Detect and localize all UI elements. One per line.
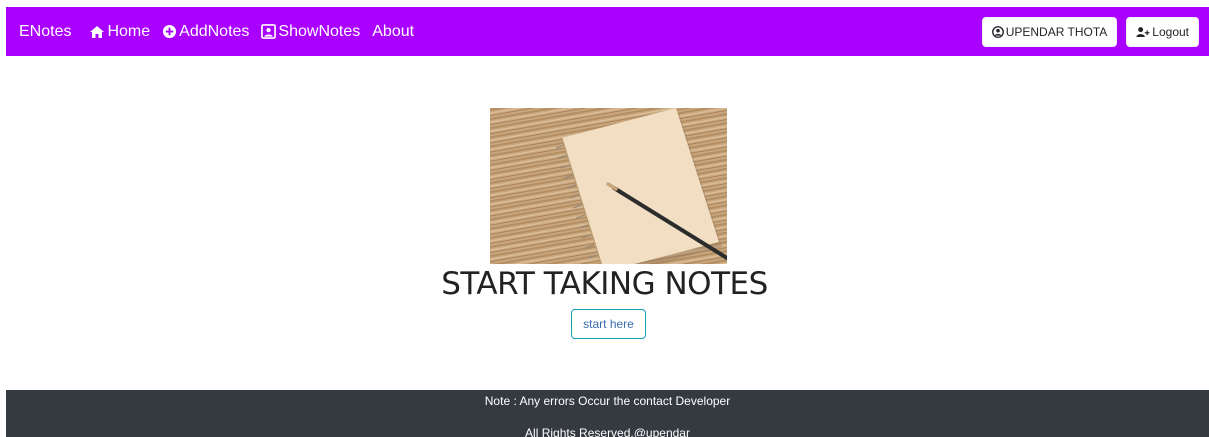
home-icon bbox=[90, 25, 105, 38]
user-square-icon bbox=[261, 24, 277, 39]
nav-left: ENotes Home AddNotes ShowNotes About bbox=[19, 23, 426, 41]
nav-link-shownotes-label: ShowNotes bbox=[278, 22, 361, 40]
nav-link-shownotes[interactable]: ShowNotes bbox=[261, 23, 360, 41]
nav-right: UPENDAR THOTA Logout bbox=[981, 16, 1199, 47]
footer-copyright: All Rights Reserved,@upendar bbox=[525, 426, 690, 437]
nav-link-about[interactable]: About bbox=[372, 23, 414, 41]
user-circle-icon bbox=[991, 25, 1004, 38]
user-button-label: UPENDAR THOTA bbox=[1005, 24, 1108, 39]
plus-circle-icon bbox=[163, 24, 177, 39]
footer: Note : Any errors Occur the contact Deve… bbox=[6, 390, 1209, 437]
start-here-button[interactable]: start here bbox=[571, 309, 646, 339]
brand-link[interactable]: ENotes bbox=[19, 23, 71, 41]
hero-image bbox=[490, 108, 727, 264]
hero-title: START TAKING NOTES bbox=[441, 266, 768, 302]
nav-link-addnotes-label: AddNotes bbox=[179, 22, 250, 40]
user-button[interactable]: UPENDAR THOTA bbox=[981, 16, 1118, 47]
user-plus-icon bbox=[1136, 26, 1150, 37]
logout-button[interactable]: Logout bbox=[1126, 16, 1199, 47]
nav-link-home[interactable]: Home bbox=[89, 23, 150, 41]
nav-link-addnotes[interactable]: AddNotes bbox=[162, 23, 249, 41]
logout-button-label: Logout bbox=[1152, 24, 1189, 39]
footer-note: Note : Any errors Occur the contact Deve… bbox=[484, 394, 731, 408]
navbar: ENotes Home AddNotes ShowNotes About UPE… bbox=[6, 7, 1209, 56]
nav-link-home-label: Home bbox=[107, 22, 151, 40]
